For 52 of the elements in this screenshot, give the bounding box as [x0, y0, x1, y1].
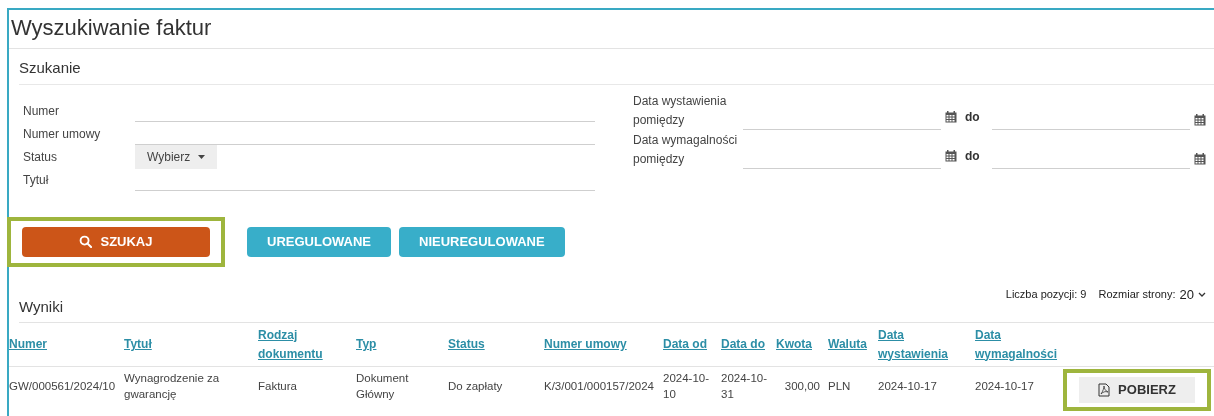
table-cell-text: 2024-10-17 [975, 379, 1035, 394]
column-header-link[interactable]: Rodzaj dokumentu [258, 325, 352, 364]
search-button[interactable]: SZUKAJ [22, 226, 210, 257]
table-cell-text: 2024-10-17 [878, 379, 938, 394]
column-header-link[interactable]: Data wymagalności [975, 325, 1061, 364]
page-size-dropdown[interactable]: Rozmiar strony: 20 [1098, 284, 1206, 304]
field-label: Status [23, 148, 59, 166]
download-button[interactable]: POBIERZ [1079, 377, 1195, 403]
calendar-icon[interactable] [945, 110, 957, 123]
column-header-link[interactable]: Status [448, 335, 540, 354]
field-label: Tytuł [23, 171, 50, 189]
field-label: Data wymagalności [633, 131, 739, 149]
column-header-link[interactable]: Kwota [776, 335, 824, 354]
column-header-link[interactable]: Data do [721, 335, 772, 354]
table-cell-text: PLN [828, 379, 852, 394]
pdf-icon [1098, 383, 1111, 397]
status-dropdown[interactable]: Wybierz [135, 144, 218, 169]
field-label: Numer umowy [23, 125, 102, 143]
range-separator: do [965, 147, 980, 165]
table-cell-text: 2024-10-10 [663, 371, 711, 402]
search-button[interactable]: NIEUREGULOWANE [399, 226, 565, 257]
field-label: Data wystawienia [633, 92, 728, 110]
page-title: Wyszukiwanie faktur [11, 14, 213, 42]
table-cell-text: Dokument Główny [356, 371, 410, 402]
field-label: pomiędzy [633, 150, 686, 168]
chevron-icon [1198, 291, 1206, 297]
column-header-link[interactable]: Numer [9, 335, 120, 354]
table-cell-text: GW/000561/2024/10 [9, 379, 117, 394]
search-button[interactable]: UREGULOWANE [247, 226, 391, 257]
table-cell-text: 2024-10-31 [721, 371, 769, 402]
range-separator: do [965, 108, 980, 126]
calendar-icon[interactable] [945, 149, 957, 162]
table-cell-text: Faktura [258, 379, 298, 394]
field-label: Numer [23, 102, 60, 120]
column-header-link[interactable]: Numer umowy [544, 335, 659, 354]
column-header-link[interactable]: Waluta [828, 335, 874, 354]
search-icon [79, 235, 93, 248]
section-heading: Wyniki [19, 296, 64, 317]
table-cell-text: 300,00 [783, 379, 820, 394]
field-label: pomiędzy [633, 111, 686, 129]
column-header-link[interactable]: Data od [663, 335, 717, 354]
column-header-link[interactable]: Typ [356, 335, 444, 354]
caret-icon [198, 154, 206, 159]
section-heading: Szukanie [19, 58, 82, 78]
item-count: Liczba pozycji: 9 [1005, 287, 1087, 302]
table-cell-text: Do zapłaty [448, 379, 504, 394]
calendar-icon[interactable] [1193, 152, 1206, 165]
column-header-link[interactable]: Data wystawienia [878, 325, 971, 364]
table-cell-text: Wynagrodzenie za gwarancję [124, 371, 221, 402]
column-header-link[interactable]: Tytuł [124, 335, 254, 354]
table-cell-text: K/3/001/000157/2024 [544, 379, 655, 394]
calendar-icon[interactable] [1193, 113, 1206, 126]
